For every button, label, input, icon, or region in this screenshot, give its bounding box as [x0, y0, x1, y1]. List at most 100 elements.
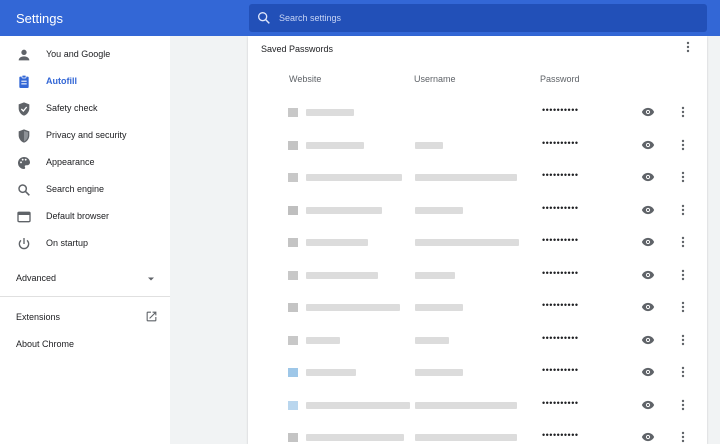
site-favicon	[288, 335, 298, 345]
site-favicon	[288, 108, 298, 117]
website-cell	[306, 401, 410, 409]
sidebar-item-label: Privacy and security	[46, 130, 127, 140]
website-cell	[306, 206, 382, 214]
password-row: ••••••••••	[248, 161, 707, 193]
sidebar-item-label: Default browser	[46, 211, 110, 221]
search-input[interactable]	[279, 4, 699, 32]
show-password-icon[interactable]	[641, 105, 655, 119]
sidebar-item-default-browser[interactable]: Default browser	[0, 205, 170, 229]
website-cell	[306, 271, 378, 279]
show-password-icon[interactable]	[641, 203, 655, 217]
username-cell	[415, 271, 455, 279]
search-icon	[258, 11, 270, 24]
sidebar-item-label: Autofill	[46, 76, 77, 86]
more-actions-icon[interactable]	[678, 169, 688, 185]
show-password-icon[interactable]	[641, 333, 655, 347]
more-actions-icon[interactable]	[678, 429, 688, 444]
more-actions-icon[interactable]	[678, 397, 688, 413]
sidebar-item-label: Safety check	[46, 103, 98, 113]
username-cell	[415, 239, 519, 246]
more-vert-icon[interactable]	[682, 40, 694, 54]
column-header-username: Username	[414, 74, 456, 84]
password-cell: ••••••••••	[542, 105, 579, 115]
website-cell	[306, 109, 354, 116]
password-cell: ••••••••••	[542, 235, 579, 245]
shield-icon	[18, 129, 30, 143]
site-favicon	[288, 205, 298, 215]
advanced-toggle[interactable]: Advanced	[16, 273, 166, 283]
sidebar-item-autofill[interactable]: Autofill	[0, 70, 170, 94]
more-actions-icon[interactable]	[678, 234, 688, 250]
advanced-label: Advanced	[16, 273, 57, 283]
show-password-icon[interactable]	[641, 138, 655, 152]
password-row: ••••••••••	[248, 356, 707, 388]
show-password-icon[interactable]	[641, 268, 655, 282]
top-bar: Settings	[0, 0, 720, 36]
sidebar-item-search-engine[interactable]: Search engine	[0, 178, 170, 202]
password-cell: ••••••••••	[542, 430, 579, 440]
site-favicon	[288, 238, 298, 247]
site-favicon	[288, 368, 298, 377]
password-row: ••••••••••	[248, 194, 707, 226]
username-cell	[415, 401, 517, 409]
show-password-icon[interactable]	[641, 235, 655, 249]
password-cell: ••••••••••	[542, 332, 579, 343]
password-row: ••••••••••	[248, 259, 707, 291]
search-icon	[18, 184, 30, 196]
show-password-icon[interactable]	[641, 300, 655, 314]
more-actions-icon[interactable]	[678, 137, 688, 153]
person-icon	[18, 49, 30, 61]
extensions-link[interactable]: Extensions	[16, 311, 166, 322]
shield-check-icon	[18, 102, 30, 116]
password-cell: ••••••••••	[542, 300, 579, 310]
clipboard-icon	[19, 75, 29, 88]
site-favicon	[288, 173, 298, 182]
chevron-down-icon	[148, 277, 154, 281]
more-actions-icon[interactable]	[678, 202, 688, 218]
column-header-password: Password	[540, 74, 580, 84]
power-icon	[18, 238, 30, 250]
website-cell	[306, 141, 364, 149]
username-cell	[415, 369, 463, 376]
sidebar-item-label: You and Google	[46, 49, 111, 59]
website-cell	[306, 239, 368, 246]
show-password-icon[interactable]	[641, 170, 655, 184]
more-actions-icon[interactable]	[678, 332, 688, 348]
password-row: ••••••••••	[248, 421, 707, 444]
password-cell: ••••••••••	[542, 365, 579, 375]
sidebar-divider	[0, 296, 170, 297]
sidebar-item-on-startup[interactable]: On startup	[0, 232, 170, 256]
password-row: ••••••••••	[248, 96, 707, 128]
sidebar-item-label: Search engine	[46, 184, 105, 194]
show-password-icon[interactable]	[641, 430, 655, 444]
open-in-new-icon	[146, 311, 157, 322]
username-cell	[415, 336, 449, 344]
site-favicon	[288, 270, 298, 280]
website-cell	[306, 336, 340, 344]
search-box[interactable]	[249, 4, 707, 32]
about-chrome-link[interactable]: About Chrome	[16, 339, 74, 349]
site-favicon	[288, 400, 298, 410]
sidebar-item-privacy-and-security[interactable]: Privacy and security	[0, 124, 170, 148]
column-header-website: Website	[289, 74, 322, 84]
password-row: ••••••••••	[248, 389, 707, 421]
show-password-icon[interactable]	[641, 398, 655, 412]
more-actions-icon[interactable]	[678, 364, 688, 380]
app-title: Settings	[16, 11, 63, 26]
saved-passwords-card: Saved Passwords Website Username Passwor…	[248, 36, 707, 444]
username-cell	[415, 174, 517, 181]
extensions-label: Extensions	[16, 312, 61, 322]
more-actions-icon[interactable]	[678, 299, 688, 315]
username-cell	[415, 141, 443, 149]
password-cell: ••••••••••	[542, 397, 579, 408]
sidebar-item-you-and-google[interactable]: You and Google	[0, 43, 170, 67]
sidebar-item-label: Appearance	[46, 157, 95, 167]
show-password-icon[interactable]	[641, 365, 655, 379]
more-actions-icon[interactable]	[678, 104, 688, 120]
site-favicon	[288, 433, 298, 442]
sidebar-item-appearance[interactable]: Appearance	[0, 151, 170, 175]
username-cell	[415, 434, 517, 441]
site-favicon	[288, 140, 298, 150]
sidebar-item-safety-check[interactable]: Safety check	[0, 97, 170, 121]
more-actions-icon[interactable]	[678, 267, 688, 283]
